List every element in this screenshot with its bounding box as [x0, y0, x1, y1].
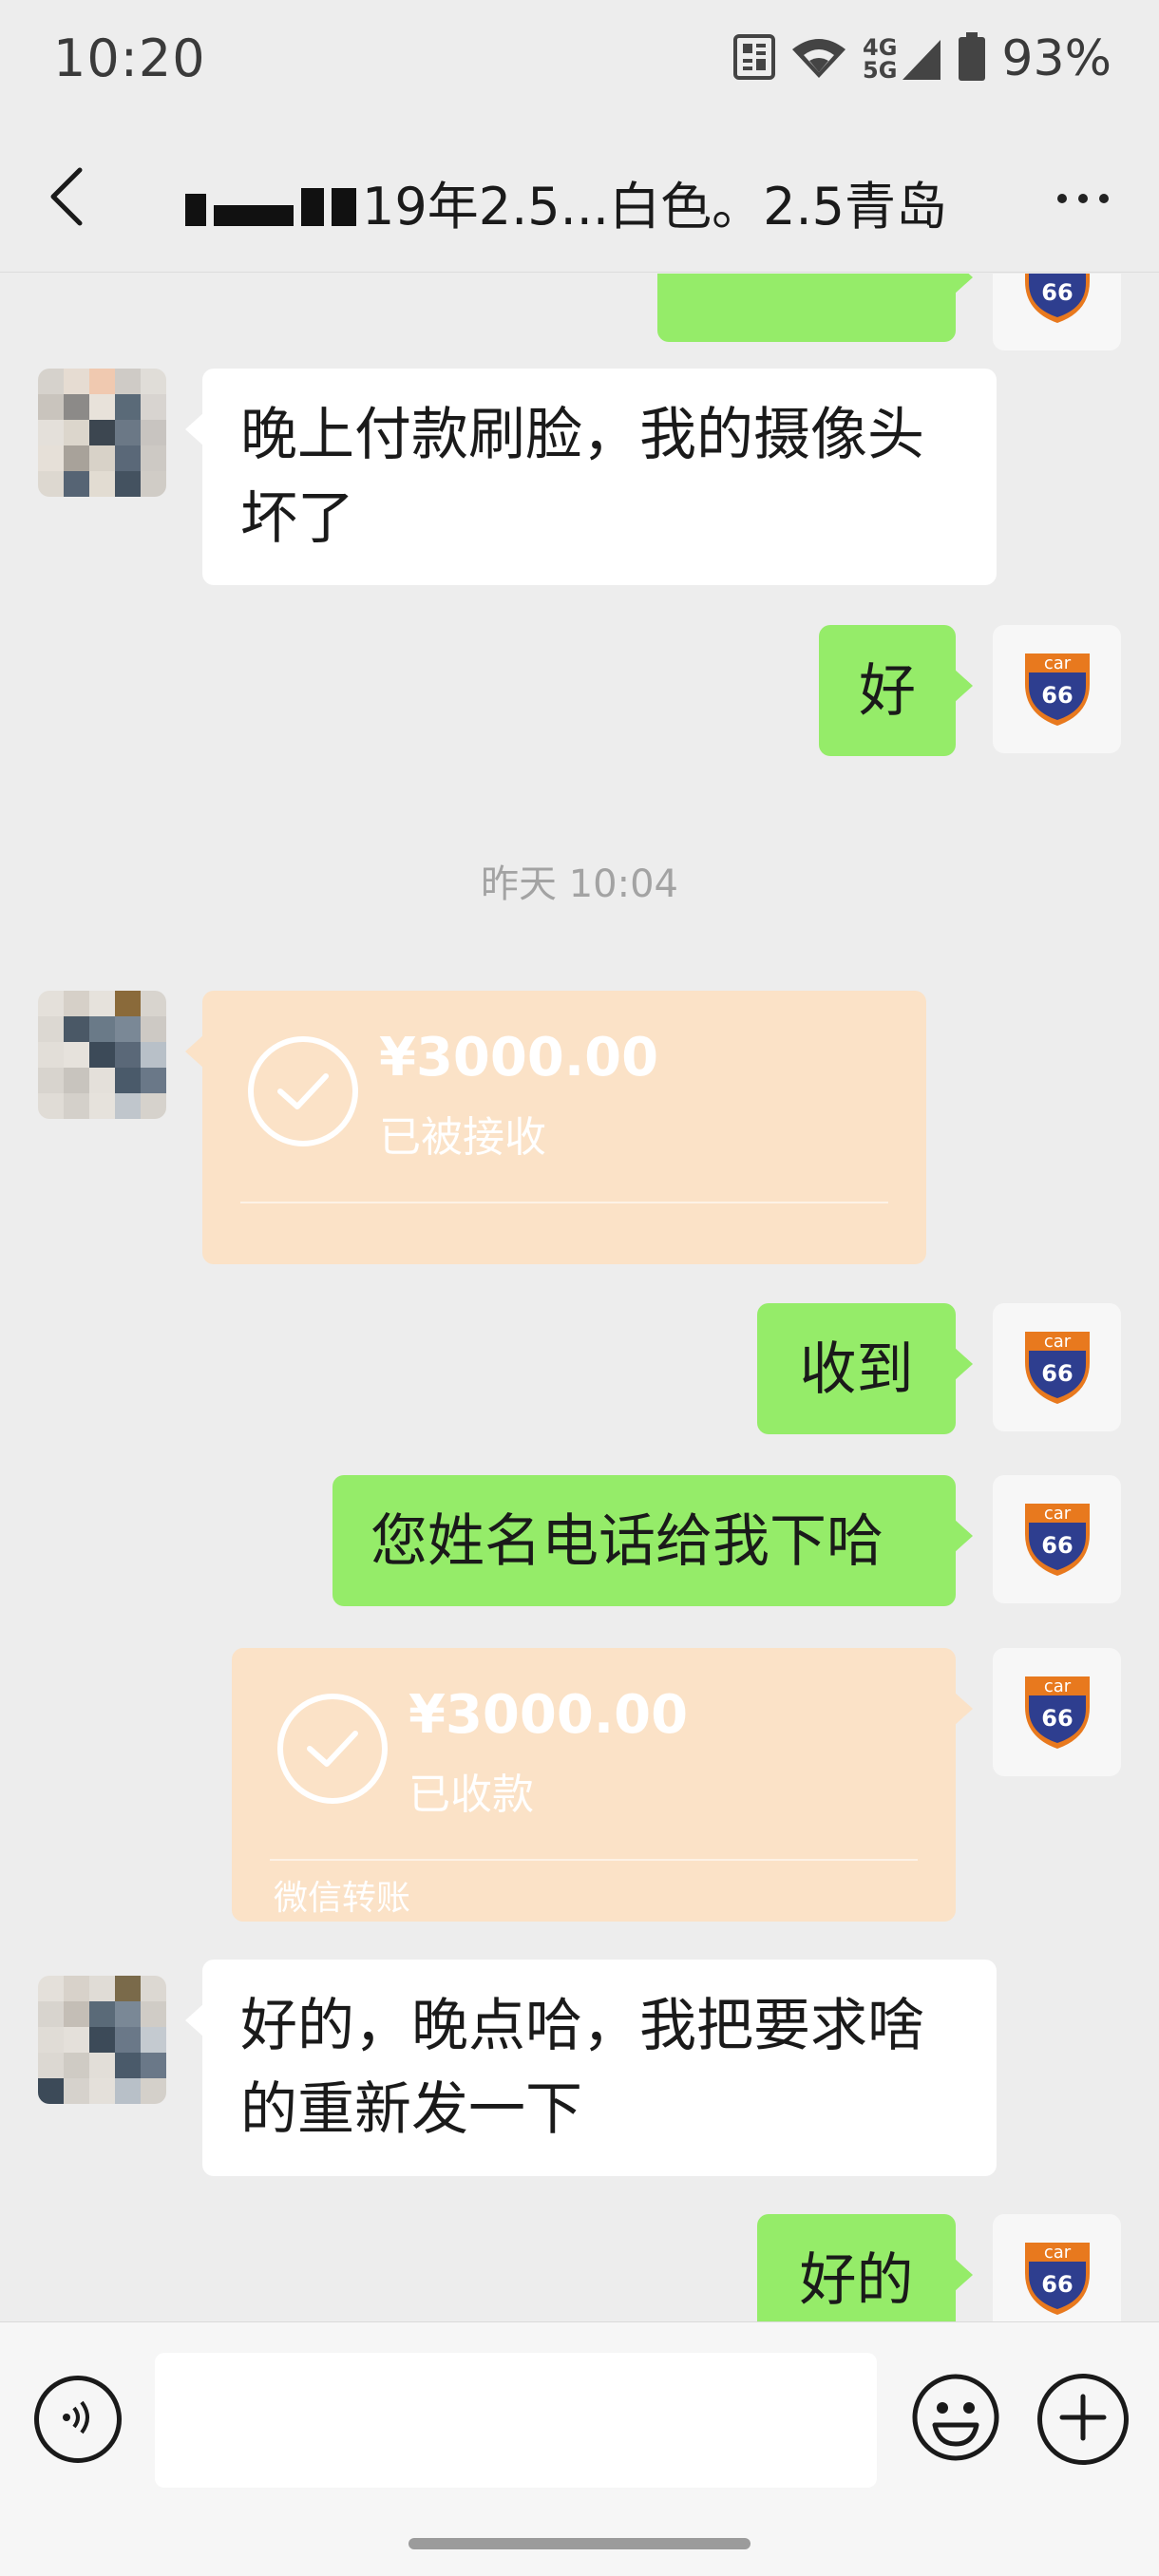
network-4g: 4G [863, 34, 898, 61]
voice-message[interactable]: 4" [657, 274, 973, 342]
voice-icon [55, 2395, 101, 2444]
check-circle-icon [277, 1694, 388, 1804]
svg-text:car: car [1043, 1676, 1071, 1696]
self-avatar[interactable]: car 66 [993, 1648, 1121, 1776]
status-time: 10:20 [53, 28, 206, 88]
outgoing-message[interactable]: 您姓名电话给我下哈 [332, 1475, 973, 1606]
transfer-card[interactable]: ¥3000.00 已收款 微信转账 [232, 1648, 973, 1922]
battery-icon [958, 32, 986, 85]
signal-nfc-icon [733, 34, 776, 84]
svg-text:66: 66 [1041, 1705, 1073, 1732]
car66-badge-icon: car 66 [1017, 648, 1097, 731]
wifi-icon [790, 34, 847, 84]
chat-timestamp: 昨天 10:04 [481, 862, 678, 906]
car66-badge-icon: car 66 [1017, 2237, 1097, 2320]
chevron-left-icon [48, 166, 86, 231]
message-text: 晚上付款刷脸，我的摄像头坏了 [240, 402, 924, 552]
message-text: 您姓名电话给我下哈 [370, 1508, 884, 1575]
car66-badge-icon: car 66 [1017, 1671, 1097, 1754]
home-indicator[interactable] [408, 2538, 750, 2549]
svg-text:66: 66 [1041, 682, 1073, 709]
chat-title: 19年2.5...白色。2.5青岛 [185, 164, 947, 239]
svg-text:66: 66 [1041, 1360, 1073, 1387]
transfer-footer: 微信转账 [274, 1879, 411, 1918]
car66-badge-icon: car 66 [1017, 274, 1097, 329]
contact-avatar[interactable] [38, 369, 166, 497]
self-avatar[interactable]: car 66 [993, 1303, 1121, 1431]
voice-wave-icon [882, 274, 939, 296]
cellular-icon: 4G 5G [863, 36, 942, 82]
emoji-button[interactable] [910, 2374, 1001, 2465]
outgoing-message[interactable]: 好 [819, 625, 973, 756]
incoming-message[interactable]: 好的，晚点哈，我把要求啥的重新发一下 [185, 1960, 997, 2176]
car66-badge-icon: car 66 [1017, 1326, 1097, 1410]
transfer-amount: ¥3000.00 [379, 1027, 659, 1089]
transfer-card[interactable]: ¥3000.00 已被接收 [185, 991, 926, 1264]
status-icons: 4G 5G 93% [733, 28, 1112, 89]
incoming-message[interactable]: 晚上付款刷脸，我的摄像头坏了 [185, 369, 997, 585]
voice-duration: 4" [817, 274, 875, 293]
chat-title-text: 19年2.5...白色。2.5青岛 [362, 177, 947, 237]
svg-text:66: 66 [1041, 1532, 1073, 1559]
outgoing-message[interactable]: 好的 [757, 2214, 973, 2321]
self-avatar[interactable]: car 66 [993, 1475, 1121, 1603]
contact-avatar[interactable] [38, 1976, 166, 2104]
transfer-amount: ¥3000.00 [408, 1684, 689, 1746]
chat-header: 19年2.5...白色。2.5青岛 [0, 119, 1159, 273]
self-avatar[interactable]: car 66 [993, 2214, 1121, 2321]
self-avatar[interactable]: car 66 [993, 625, 1121, 753]
message-text: 收到 [799, 1336, 914, 1403]
network-5g: 5G [863, 57, 898, 84]
contact-avatar[interactable] [38, 991, 166, 1119]
message-text: 好的，晚点哈，我把要求啥的重新发一下 [240, 1993, 924, 2143]
battery-percent: 93% [1001, 30, 1112, 87]
svg-text:66: 66 [1041, 2271, 1073, 2298]
svg-text:car: car [1043, 2243, 1071, 2263]
voice-button[interactable] [34, 2376, 122, 2463]
status-bar: 10:20 4G 5G 93% [0, 0, 1159, 119]
message-text: 好 [859, 658, 916, 725]
more-button[interactable] [1045, 172, 1121, 225]
transfer-divider [240, 1202, 888, 1203]
transfer-status: 已收款 [408, 1771, 534, 1819]
self-avatar[interactable]: car 66 [993, 274, 1121, 350]
transfer-divider [270, 1859, 918, 1861]
car66-badge-icon: car 66 [1017, 1498, 1097, 1582]
plus-button[interactable] [1037, 2374, 1129, 2465]
message-text: 好的 [799, 2247, 914, 2314]
back-button[interactable] [38, 161, 95, 237]
outgoing-message[interactable]: 收到 [757, 1303, 973, 1434]
plus-icon [1058, 2393, 1108, 2446]
svg-text:car: car [1043, 1332, 1071, 1352]
svg-text:car: car [1043, 1504, 1071, 1524]
message-input[interactable] [155, 2353, 877, 2488]
emoji-icon [910, 2372, 1001, 2467]
transfer-status: 已被接收 [379, 1113, 546, 1162]
svg-text:66: 66 [1041, 279, 1073, 306]
redacted-name [185, 179, 356, 226]
check-circle-icon [248, 1036, 358, 1146]
svg-text:car: car [1043, 653, 1071, 673]
chat-area[interactable]: 4" car 66 晚上付款刷脸，我的摄像头坏了 好 [0, 274, 1159, 2321]
